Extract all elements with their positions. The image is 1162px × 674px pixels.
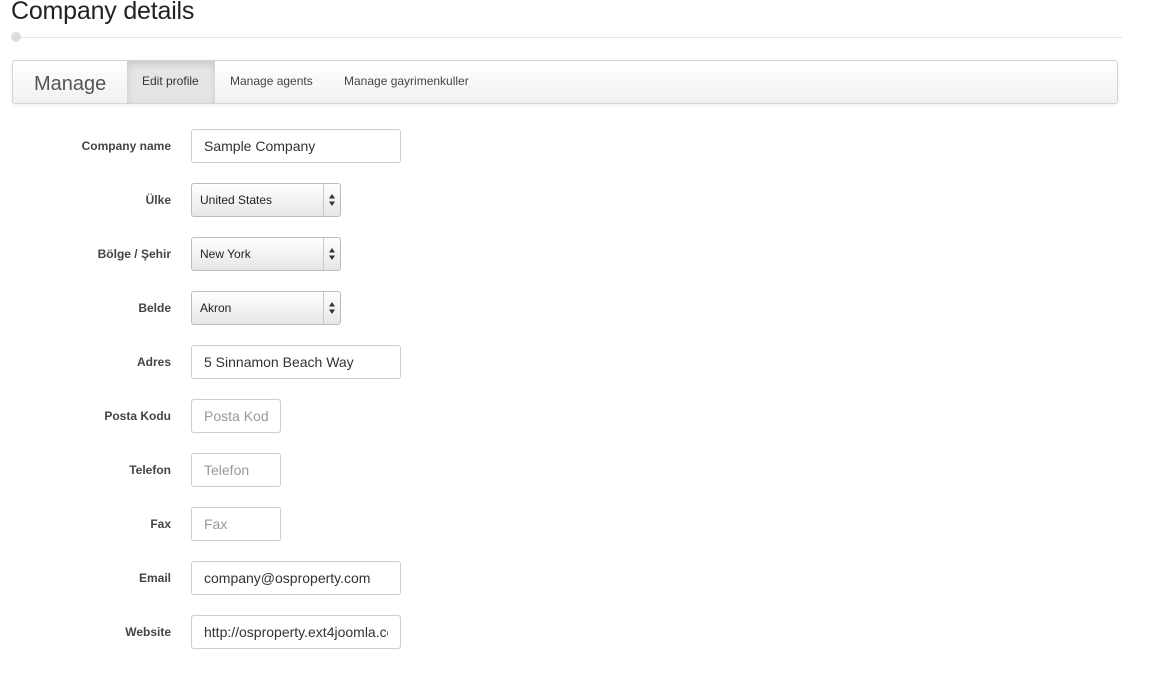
address-input[interactable] bbox=[191, 345, 401, 379]
form-row-state: Bölge / Şehir New York bbox=[0, 237, 700, 271]
select-divider bbox=[323, 292, 324, 324]
page-title: Company details bbox=[11, 0, 195, 25]
phone-input[interactable] bbox=[191, 453, 281, 487]
city-label: Belde bbox=[138, 301, 171, 315]
form-row-phone: Telefon bbox=[0, 453, 700, 487]
title-divider-dot bbox=[11, 32, 21, 42]
fax-input[interactable] bbox=[191, 507, 281, 541]
fax-label: Fax bbox=[150, 517, 171, 531]
form-row-website: Website bbox=[0, 615, 700, 649]
country-label: Ülke bbox=[145, 193, 171, 207]
website-label: Website bbox=[125, 625, 171, 639]
company-name-label: Company name bbox=[81, 139, 171, 153]
address-label: Adres bbox=[136, 355, 171, 369]
page: Company details Manage Edit profile Mana… bbox=[0, 0, 1162, 674]
postcode-input[interactable] bbox=[191, 399, 281, 433]
select-divider bbox=[323, 184, 324, 216]
up-down-arrows-icon bbox=[329, 194, 335, 206]
email-input[interactable] bbox=[191, 561, 401, 595]
country-select[interactable]: United States bbox=[191, 183, 341, 217]
up-down-arrows-icon bbox=[329, 302, 335, 314]
company-name-input[interactable] bbox=[191, 129, 401, 163]
state-label: Bölge / Şehir bbox=[97, 247, 171, 261]
phone-label: Telefon bbox=[129, 463, 171, 477]
up-down-arrows-icon bbox=[329, 248, 335, 260]
postcode-label: Posta Kodu bbox=[104, 409, 171, 423]
country-select-value: United States bbox=[200, 193, 273, 207]
select-divider bbox=[323, 238, 324, 270]
form-row-address: Adres bbox=[0, 345, 700, 379]
form-row-city: Belde Akron bbox=[0, 291, 700, 325]
tab-manage-agents[interactable]: Manage agents bbox=[215, 61, 328, 103]
navbar-brand: Manage bbox=[34, 73, 107, 95]
tab-manage-gayrimenkuller[interactable]: Manage gayrimenkuller bbox=[329, 61, 484, 103]
manage-navbar: Manage Edit profile Manage agents Manage… bbox=[12, 60, 1118, 104]
form-row-fax: Fax bbox=[0, 507, 700, 541]
state-select-value: New York bbox=[200, 247, 251, 261]
city-select[interactable]: Akron bbox=[191, 291, 341, 325]
state-select[interactable]: New York bbox=[191, 237, 341, 271]
form-row-company-name: Company name bbox=[0, 129, 700, 163]
form-row-country: Ülke United States bbox=[0, 183, 700, 217]
email-label: Email bbox=[138, 571, 171, 585]
website-input[interactable] bbox=[191, 615, 401, 649]
title-divider bbox=[11, 37, 1122, 38]
form-row-email: Email bbox=[0, 561, 700, 595]
form-row-postcode: Posta Kodu bbox=[0, 399, 700, 433]
city-select-value: Akron bbox=[200, 301, 232, 315]
tab-edit-profile[interactable]: Edit profile bbox=[127, 61, 215, 103]
